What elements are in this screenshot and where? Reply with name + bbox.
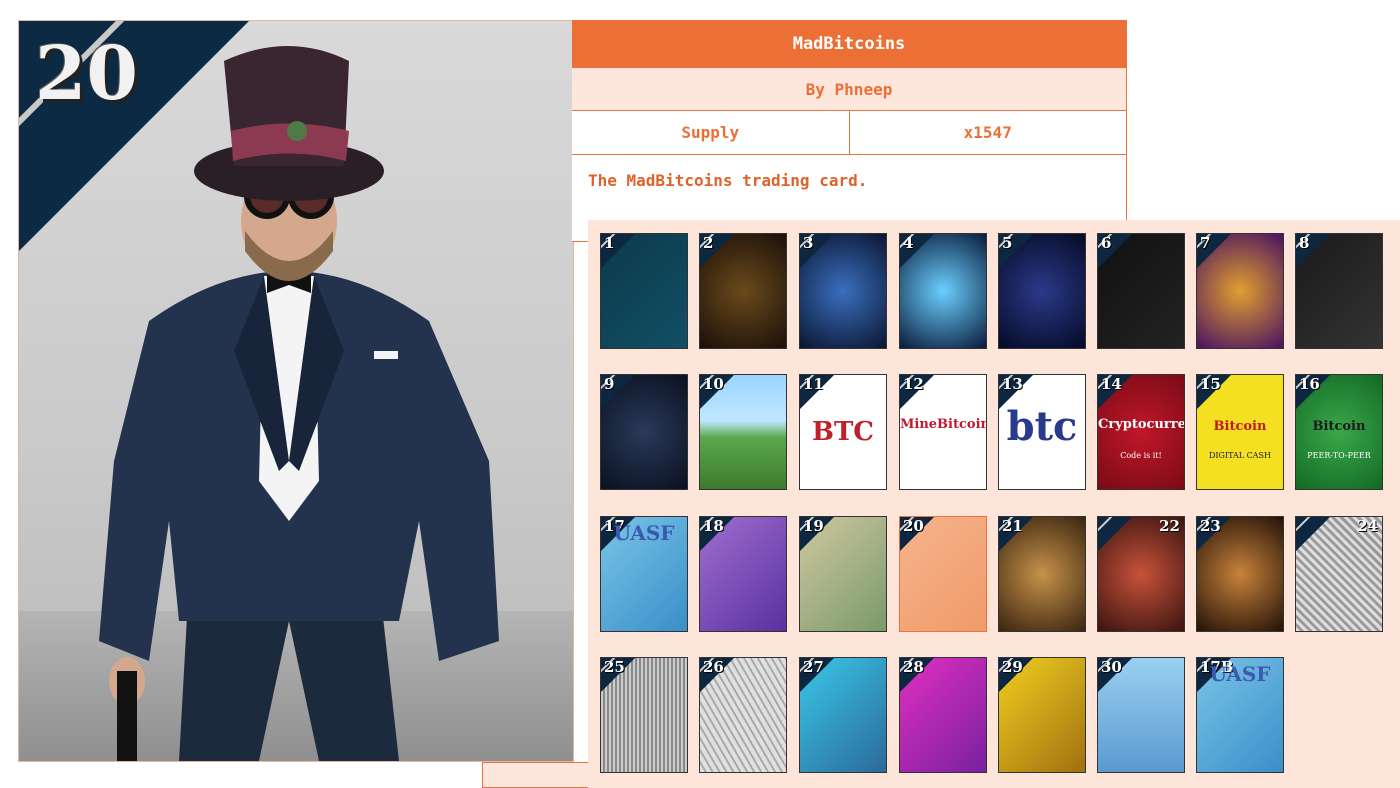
card-number: 19 bbox=[803, 517, 824, 535]
collection-card-20[interactable]: 20 bbox=[899, 516, 987, 632]
card-number: 14 bbox=[1101, 375, 1122, 393]
card-sublabel: PEER-TO-PEER bbox=[1307, 451, 1371, 460]
card-number: 4 bbox=[903, 234, 914, 252]
collection-card-13[interactable]: 13 btc bbox=[998, 374, 1086, 490]
card-label: MineBitcoin bbox=[900, 417, 987, 432]
card-number: 16 bbox=[1299, 375, 1320, 393]
collection-card-29[interactable]: 29 bbox=[998, 657, 1086, 773]
card-number: 23 bbox=[1200, 517, 1221, 535]
collection-card-24[interactable]: 24 bbox=[1295, 516, 1383, 632]
collection-card-8[interactable]: 8 bbox=[1295, 233, 1383, 349]
card-number: 13 bbox=[1002, 375, 1023, 393]
card-number: 26 bbox=[703, 658, 724, 676]
collection-card-17b[interactable]: 17B UASF bbox=[1196, 657, 1284, 773]
card-number: 25 bbox=[604, 658, 625, 676]
collection-card-28[interactable]: 28 bbox=[899, 657, 987, 773]
card-author[interactable]: By Phneep bbox=[572, 67, 1126, 111]
collection-card-21[interactable]: 21 bbox=[998, 516, 1086, 632]
collection-card-1[interactable]: 1 bbox=[600, 233, 688, 349]
card-number: 22 bbox=[1159, 517, 1180, 535]
bottom-strip bbox=[482, 762, 594, 788]
card-label: BTC bbox=[811, 417, 875, 447]
collection-card-23[interactable]: 23 bbox=[1196, 516, 1284, 632]
card-number: 12 bbox=[903, 375, 924, 393]
collection-card-5[interactable]: 5 bbox=[998, 233, 1086, 349]
collection-card-11[interactable]: 11 BTC bbox=[799, 374, 887, 490]
collection-card-25[interactable]: 25 bbox=[600, 657, 688, 773]
card-label: Bitcoin bbox=[1213, 419, 1267, 434]
card-label: UASF bbox=[613, 521, 675, 545]
card-number: 27 bbox=[803, 658, 824, 676]
collection-card-10[interactable]: 10 bbox=[699, 374, 787, 490]
card-description: The MadBitcoins trading card. bbox=[588, 171, 868, 190]
card-number: 18 bbox=[703, 517, 724, 535]
collection-card-19[interactable]: 19 bbox=[799, 516, 887, 632]
card-number: 21 bbox=[1002, 517, 1023, 535]
collection-card-14[interactable]: 14 Cryptocurrency Code is it! bbox=[1097, 374, 1185, 490]
collection-card-22[interactable]: 22 bbox=[1097, 516, 1185, 632]
card-number: 20 bbox=[35, 31, 138, 117]
collection-card-15[interactable]: 15 Bitcoin DIGITAL CASH bbox=[1196, 374, 1284, 490]
collection-card-17[interactable]: 17 UASF bbox=[600, 516, 688, 632]
collection-card-7[interactable]: 7 bbox=[1196, 233, 1284, 349]
card-info-panel: MadBitcoins By Phneep Supply x1547 The M… bbox=[572, 20, 1127, 242]
card-number: 9 bbox=[604, 375, 615, 393]
collection-card-26[interactable]: 26 bbox=[699, 657, 787, 773]
card-number: 1 bbox=[604, 234, 615, 252]
card-number: 20 bbox=[903, 517, 924, 535]
collection-card-4[interactable]: 4 bbox=[899, 233, 987, 349]
collection-card-9[interactable]: 9 bbox=[600, 374, 688, 490]
collection-card-16[interactable]: 16 Bitcoin PEER-TO-PEER bbox=[1295, 374, 1383, 490]
card-number: 3 bbox=[803, 234, 814, 252]
card-number: 11 bbox=[803, 375, 824, 393]
card-number: 6 bbox=[1101, 234, 1112, 252]
collection-card-27[interactable]: 27 bbox=[799, 657, 887, 773]
card-number: 7 bbox=[1200, 234, 1211, 252]
card-grid: 1 2 3 4 5 6 7 8 9 10 11 BTC 12 MineBitcoin 13 btc 14 Cryp… bbox=[588, 220, 1400, 788]
card-number: 28 bbox=[903, 658, 924, 676]
card-number: 30 bbox=[1101, 658, 1122, 676]
collection-card-18[interactable]: 18 bbox=[699, 516, 787, 632]
card-number: 8 bbox=[1299, 234, 1310, 252]
collection-card-6[interactable]: 6 bbox=[1097, 233, 1185, 349]
card-title: MadBitcoins bbox=[572, 21, 1126, 67]
supply-value: x1547 bbox=[963, 123, 1012, 142]
collection-card-3[interactable]: 3 bbox=[799, 233, 887, 349]
card-number: 24 bbox=[1357, 517, 1378, 535]
collection-card-2[interactable]: 2 bbox=[699, 233, 787, 349]
card-number: 15 bbox=[1200, 375, 1221, 393]
supply-label: Supply bbox=[572, 111, 850, 154]
card-label: Bitcoin bbox=[1312, 419, 1366, 434]
supply-row: Supply x1547 bbox=[572, 111, 1126, 155]
card-sublabel: DIGITAL CASH bbox=[1208, 451, 1271, 460]
collection-card-12[interactable]: 12 MineBitcoin bbox=[899, 374, 987, 490]
main-card-image: 20 bbox=[18, 20, 574, 762]
collection-card-30[interactable]: 30 bbox=[1097, 657, 1185, 773]
card-number: 29 bbox=[1002, 658, 1023, 676]
card-number: 2 bbox=[703, 234, 714, 252]
card-sublabel: Code is it! bbox=[1120, 451, 1162, 460]
card-number: 5 bbox=[1002, 234, 1013, 252]
card-label: UASF bbox=[1209, 662, 1271, 686]
card-label: Cryptocurrency bbox=[1098, 417, 1184, 432]
card-number: 10 bbox=[703, 375, 724, 393]
card-label: btc bbox=[1006, 403, 1078, 450]
